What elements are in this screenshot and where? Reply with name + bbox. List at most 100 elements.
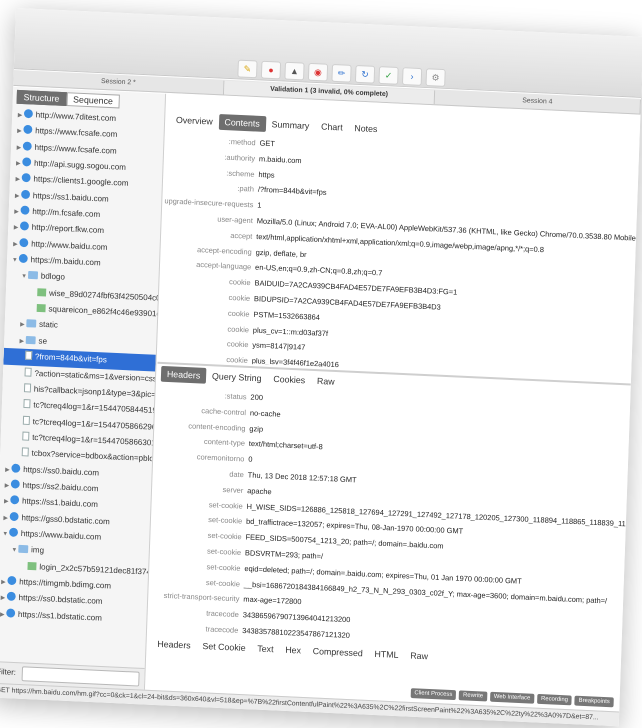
tab-overview[interactable]: Overview	[170, 112, 219, 130]
tree-row-label: https://www.fcsafe.com	[34, 142, 117, 156]
header-value: 0	[248, 454, 253, 464]
record-icon: ●	[268, 64, 274, 76]
tab-chart[interactable]: Chart	[315, 118, 349, 135]
tree-row-label: http://m.fcsafe.com	[32, 207, 101, 220]
globe-icon	[19, 221, 30, 231]
globe-icon	[11, 463, 21, 473]
tree-row-label: http://api.sugg.sogou.com	[33, 158, 127, 172]
structure-tab[interactable]: Structure	[16, 89, 67, 106]
filter-input[interactable]	[21, 666, 140, 687]
document-icon	[22, 431, 30, 441]
disclosure-triangle-icon[interactable]: ▶	[3, 462, 11, 478]
disclosure-triangle-icon[interactable]: ▶	[2, 510, 10, 526]
header-value: 1	[257, 200, 262, 210]
stop-button[interactable]: ▲	[284, 61, 305, 81]
tab-cookies[interactable]: Cookies	[267, 371, 311, 389]
tree-row-label: http://www.baidu.com	[31, 239, 108, 252]
folder-icon	[18, 545, 29, 554]
tree-row-label: https://timgmb.bdimg.com	[19, 577, 112, 591]
recording-button[interactable]: Recording	[536, 693, 573, 706]
globe-icon	[23, 109, 34, 119]
tab-notes[interactable]: Notes	[348, 120, 383, 137]
throttle-icon: ◉	[313, 67, 323, 78]
tab-raw[interactable]: Raw	[404, 647, 434, 664]
validate-button[interactable]: ✓	[378, 66, 399, 85]
disclosure-triangle-icon[interactable]: ▶	[14, 156, 22, 172]
tab-html[interactable]: HTML	[368, 646, 404, 663]
document-icon	[25, 350, 33, 361]
folder-icon	[25, 335, 36, 345]
tab-headers[interactable]: Headers	[160, 365, 207, 384]
throttle-button[interactable]: ◉	[307, 62, 329, 82]
globe-icon	[18, 253, 28, 264]
globe-icon	[6, 591, 16, 602]
tree-row-label: https://ss1.baidu.com	[32, 191, 109, 204]
tab-text[interactable]: Text	[251, 640, 280, 657]
document-icon	[21, 447, 29, 457]
sequence-tab[interactable]: Sequence	[66, 92, 120, 109]
disclosure-triangle-icon[interactable]: ▶	[2, 494, 10, 510]
header-value: no-cache	[249, 408, 281, 419]
client-process-button[interactable]: Client Process	[410, 688, 457, 701]
filter-label: Filter:	[0, 667, 17, 677]
header-value: GET	[259, 138, 276, 149]
disclosure-triangle-icon[interactable]: ▶	[13, 188, 21, 204]
tree-row-label: https://www.fcsafe.com	[35, 126, 118, 140]
disclosure-triangle-icon[interactable]: ▶	[15, 124, 23, 140]
tree-row-label: https://ss1.baidu.com	[21, 496, 99, 510]
header-value: text/html;charset=utf-8	[248, 439, 323, 452]
disclosure-triangle-icon[interactable]: ▶	[0, 607, 6, 623]
disclosure-triangle-icon[interactable]: ▶	[15, 140, 23, 156]
settings-button[interactable]: ⚙	[425, 68, 446, 87]
header-value: gzip	[249, 423, 264, 434]
view-switcher: Structure Sequence	[16, 89, 120, 109]
tab-summary[interactable]: Summary	[265, 116, 315, 134]
globe-icon	[9, 511, 19, 521]
tab-set-cookie[interactable]: Set Cookie	[196, 638, 251, 656]
globe-icon	[22, 157, 32, 167]
forward-button[interactable]: ›	[401, 67, 423, 86]
folder-icon	[26, 319, 37, 329]
disclosure-triangle-icon[interactable]: ▶	[3, 478, 11, 494]
repeat-button[interactable]: ↻	[354, 65, 376, 84]
validate-icon: ✓	[384, 70, 393, 81]
globe-icon	[10, 495, 20, 505]
document-icon	[22, 415, 30, 425]
document-icon	[24, 367, 32, 377]
tab-contents[interactable]: Contents	[218, 114, 266, 132]
host-tree: ▶ http://www.7ditest.com ▶ https://www.fcsa…	[0, 107, 164, 629]
image-icon	[37, 287, 47, 297]
screen: ✎ ● ▲ ◉ ✏ ↻ ✓ › ⚙ Session 2 * Validation 1 (3 in…	[0, 0, 642, 728]
globe-icon	[21, 189, 31, 199]
tab-query-string[interactable]: Query String	[206, 368, 268, 387]
app-window: ✎ ● ▲ ◉ ✏ ↻ ✓ › ⚙ Session 2 * Validation 1 (3 in…	[0, 8, 642, 727]
record-button[interactable]: ●	[260, 60, 282, 80]
disclosure-triangle-icon[interactable]: ▶	[12, 220, 20, 236]
broom-button[interactable]: ✎	[237, 59, 258, 79]
disclosure-triangle-icon[interactable]: ▶	[14, 172, 22, 188]
header-value: 34383578810223547867121320	[242, 626, 350, 640]
disclosure-triangle-icon[interactable]: ▶	[12, 204, 20, 220]
tree-row-label: https://ss0.baidu.com	[23, 464, 100, 478]
web-interface-button[interactable]: Web Interface	[489, 691, 535, 704]
globe-icon	[10, 479, 20, 489]
disclosure-triangle-icon[interactable]: ▶	[11, 236, 19, 252]
tab-compressed[interactable]: Compressed	[307, 643, 369, 662]
globe-icon	[9, 527, 19, 537]
disclosure-triangle-icon[interactable]: ▶	[0, 575, 8, 591]
disclosure-triangle-icon[interactable]: ▼	[1, 526, 9, 542]
tree-row-label: ?from=844b&vit=fps	[34, 352, 107, 365]
header-value: plus_cv=1::m:d03af37f	[252, 325, 329, 338]
breakpoints-button[interactable]: Breakpoints	[574, 695, 614, 708]
tree-row-label: http://report.fkw.com	[31, 223, 105, 236]
forward-icon: ›	[410, 71, 414, 82]
tab-raw[interactable]: Raw	[311, 373, 341, 390]
disclosure-triangle-icon[interactable]: ▶	[0, 591, 7, 607]
rewrite-button[interactable]: Rewrite	[458, 690, 488, 702]
tab-headers[interactable]: Headers	[151, 636, 197, 654]
disclosure-triangle-icon[interactable]: ▼	[11, 253, 19, 269]
edit-button[interactable]: ✏	[331, 63, 352, 83]
disclosure-triangle-icon[interactable]: ▶	[16, 108, 24, 124]
tab-hex[interactable]: Hex	[279, 642, 307, 659]
header-value: 34386596790713964041213200	[242, 610, 351, 625]
